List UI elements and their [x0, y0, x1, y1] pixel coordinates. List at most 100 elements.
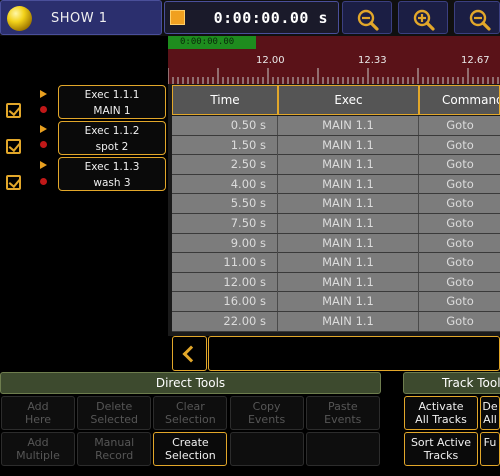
button-label-line1: Copy: [252, 400, 281, 413]
track-row: Exec 1.1.3 wash 3: [0, 157, 168, 193]
exec-name: spot 2: [95, 141, 129, 153]
table-row[interactable]: 2.50 s MAIN 1.1 Goto: [172, 155, 500, 175]
tick-label: 12.33: [358, 55, 387, 66]
column-divider: [418, 312, 419, 331]
button-label-line2: Selection: [165, 448, 216, 462]
empty-button[interactable]: [229, 432, 304, 466]
show-selector[interactable]: SHOW 1: [0, 0, 162, 35]
zoom-in-icon: [413, 9, 435, 31]
column-divider: [418, 214, 419, 233]
track-checkbox[interactable]: [6, 139, 21, 154]
clear-selection-button[interactable]: Clear Selection: [153, 396, 228, 430]
cell-command: Goto: [446, 176, 474, 191]
exec-button[interactable]: Exec 1.1.2 spot 2: [58, 121, 166, 155]
button-label-line1: Activate: [418, 400, 464, 413]
clock-time: 0:00:00.00 s: [213, 9, 328, 27]
record-icon[interactable]: [40, 178, 47, 185]
track-checkbox[interactable]: [6, 103, 21, 118]
column-divider: [418, 272, 419, 292]
track-tools-header: Track Tools: [403, 372, 500, 394]
zoom-in-button[interactable]: [398, 1, 448, 34]
copy-events-button[interactable]: Copy Events: [229, 396, 304, 430]
table-row[interactable]: 16.00 s MAIN 1.1 Goto: [172, 292, 500, 312]
timecode-text: 0:00:00.00: [180, 37, 235, 47]
button-label-line1: Paste: [327, 400, 358, 413]
record-icon[interactable]: [40, 141, 47, 148]
track-checkbox[interactable]: [6, 175, 21, 190]
column-header-time[interactable]: Time: [172, 85, 278, 115]
button-label-line2: All: [483, 412, 497, 426]
ruler-ticks: [168, 68, 499, 84]
button-label-line1: De: [482, 400, 498, 413]
button-label-line2: Selected: [90, 412, 139, 426]
table-row[interactable]: 5.50 s MAIN 1.1 Goto: [172, 194, 500, 214]
cell-time: 7.50 s: [230, 216, 266, 230]
scroll-area[interactable]: [208, 336, 500, 371]
column-header-exec[interactable]: Exec: [278, 85, 419, 115]
paste-events-button[interactable]: Paste Events: [305, 396, 380, 430]
cell-command: Goto: [446, 157, 474, 172]
cell-time: 11.00 s: [223, 255, 266, 270]
button-label-line1: Fu: [483, 436, 497, 449]
zoom-icon: [469, 9, 491, 31]
button-label-line2: Here: [24, 412, 52, 426]
activate-all-tracks-button[interactable]: Activate All Tracks: [404, 396, 478, 430]
de-all-button[interactable]: De All: [480, 396, 500, 430]
direct-tools-header: Direct Tools: [0, 372, 381, 394]
cell-command: Goto: [446, 196, 474, 211]
cell-time: 0.50 s: [230, 118, 266, 132]
cell-exec: MAIN 1.1: [322, 216, 374, 230]
button-label-line1: Add: [27, 436, 49, 449]
add-multiple-button[interactable]: Add Multiple: [1, 432, 75, 466]
zoom-fit-button[interactable]: [454, 1, 500, 34]
table-row[interactable]: 12.00 s MAIN 1.1 Goto: [172, 272, 500, 293]
cell-exec: MAIN 1.1: [322, 255, 374, 270]
record-icon[interactable]: [40, 106, 47, 113]
column-header-command[interactable]: Command: [419, 85, 500, 115]
table-row[interactable]: 0.50 s MAIN 1.1 Goto: [172, 116, 500, 136]
cell-exec: MAIN 1.1: [322, 137, 374, 152]
table-row[interactable]: 4.00 s MAIN 1.1 Goto: [172, 174, 500, 195]
button-label-line2: Selection: [165, 412, 216, 426]
cell-time: 4.00 s: [230, 176, 266, 191]
scroll-left-button[interactable]: [172, 336, 207, 371]
delete-selected-button[interactable]: Delete Selected: [77, 396, 152, 430]
cell-exec: MAIN 1.1: [322, 274, 374, 289]
tick-label: 12.67: [461, 55, 490, 66]
play-icon[interactable]: [40, 90, 47, 98]
button-label-line1: Delete: [96, 400, 133, 413]
cell-time: 9.00 s: [230, 235, 266, 250]
cell-command: Goto: [446, 314, 474, 328]
stop-icon: [170, 10, 185, 25]
add-here-button[interactable]: Add Here: [1, 396, 75, 430]
play-icon[interactable]: [40, 125, 47, 133]
status-orb-icon: [7, 6, 32, 31]
table-row[interactable]: 11.00 s MAIN 1.1 Goto: [172, 253, 500, 273]
button-label-line2: Tracks: [423, 448, 459, 462]
manual-record-button[interactable]: Manual Record: [77, 432, 152, 466]
column-divider: [418, 116, 419, 135]
table-row[interactable]: 22.00 s MAIN 1.1 Goto: [172, 312, 500, 332]
table-row[interactable]: 1.50 s MAIN 1.1 Goto: [172, 135, 500, 156]
cell-time: 22.00 s: [223, 314, 266, 328]
cell-command: Goto: [446, 118, 474, 132]
time-display[interactable]: 0:00:00.00 s: [164, 1, 339, 34]
exec-button[interactable]: Exec 1.1.3 wash 3: [58, 157, 166, 191]
zoom-out-button[interactable]: [342, 1, 392, 34]
exec-button[interactable]: Exec 1.1.1 MAIN 1: [58, 85, 166, 119]
column-divider: [418, 233, 419, 253]
column-divider: [418, 135, 419, 155]
button-label-line2: Events: [324, 412, 362, 426]
cell-command: Goto: [446, 235, 474, 250]
fu-button[interactable]: Fu: [480, 432, 500, 466]
cell-time: 12.00 s: [223, 274, 266, 289]
cell-exec: MAIN 1.1: [322, 314, 374, 328]
create-selection-button[interactable]: Create Selection: [153, 432, 228, 466]
column-divider: [418, 253, 419, 273]
sort-active-tracks-button[interactable]: Sort Active Tracks: [404, 432, 478, 466]
cell-command: Goto: [446, 216, 474, 230]
table-row[interactable]: 9.00 s MAIN 1.1 Goto: [172, 233, 500, 254]
table-row[interactable]: 7.50 s MAIN 1.1 Goto: [172, 214, 500, 234]
play-icon[interactable]: [40, 161, 47, 169]
empty-button[interactable]: [305, 432, 380, 466]
